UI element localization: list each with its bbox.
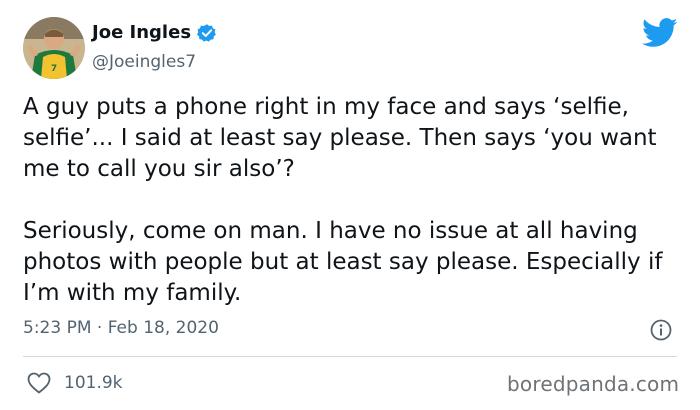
tweet-card: 7 Joe Ingles @Joeingles7 A guy puts a ph… — [0, 0, 700, 410]
watermark: boredpanda.com — [507, 372, 680, 396]
svg-text:7: 7 — [51, 64, 57, 74]
author-name-row[interactable]: Joe Ingles — [92, 22, 217, 43]
tweet-paragraph: A guy puts a phone right in my face and … — [23, 94, 657, 182]
avatar-image: 7 — [23, 17, 85, 79]
heart-icon[interactable] — [27, 372, 51, 394]
info-icon[interactable] — [649, 318, 673, 342]
avatar[interactable]: 7 — [23, 17, 85, 79]
author-handle[interactable]: @Joeingles7 — [92, 52, 196, 72]
like-count: 101.9k — [64, 373, 123, 393]
tweet-text: A guy puts a phone right in my face and … — [23, 92, 683, 309]
twitter-bird-icon[interactable] — [642, 18, 678, 48]
verified-badge-icon — [197, 23, 217, 43]
author-display-name[interactable]: Joe Ingles — [92, 22, 191, 43]
divider — [23, 356, 677, 357]
tweet-paragraph: Seriously, come on man. I have no issue … — [23, 218, 663, 306]
tweet-timestamp[interactable]: 5:23 PM · Feb 18, 2020 — [23, 318, 219, 338]
